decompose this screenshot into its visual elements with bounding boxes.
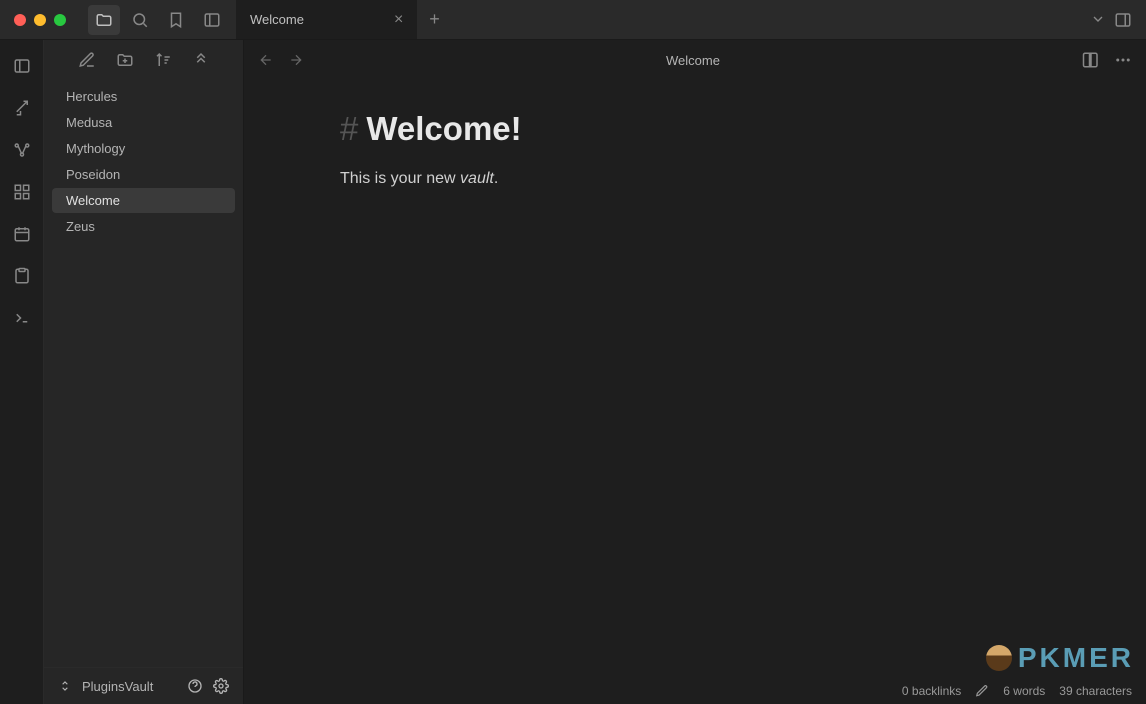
daily-note-icon[interactable] xyxy=(8,94,36,122)
titlebar-right xyxy=(1090,11,1146,29)
heading-text: Welcome! xyxy=(366,110,521,147)
back-icon[interactable] xyxy=(258,52,274,68)
command-palette-icon[interactable] xyxy=(8,304,36,332)
sidebar-toolbar xyxy=(44,40,243,80)
watermark-logo-icon xyxy=(986,645,1012,671)
forward-icon[interactable] xyxy=(288,52,304,68)
content-title: Welcome xyxy=(304,53,1082,68)
calendar-icon[interactable] xyxy=(8,220,36,248)
new-folder-icon[interactable] xyxy=(115,50,135,70)
search-icon[interactable] xyxy=(124,5,156,35)
tab-dropdown-icon[interactable] xyxy=(1090,11,1106,29)
body-text: . xyxy=(494,170,498,187)
file-item[interactable]: Mythology xyxy=(52,136,235,161)
file-item[interactable]: Hercules xyxy=(52,84,235,109)
minimize-window-button[interactable] xyxy=(34,14,46,26)
editor[interactable]: #Welcome! This is your new vault. xyxy=(244,80,1146,678)
panel-left-icon[interactable] xyxy=(196,5,228,35)
collapse-icon[interactable] xyxy=(191,50,211,70)
ribbon xyxy=(0,40,44,704)
more-options-icon[interactable] xyxy=(1114,51,1132,69)
watermark-text: PKMER xyxy=(1018,642,1134,674)
help-icon[interactable] xyxy=(187,678,203,694)
maximize-window-button[interactable] xyxy=(54,14,66,26)
quick-switcher-icon[interactable] xyxy=(8,52,36,80)
titlebar: Welcome × + xyxy=(0,0,1146,40)
body-italic: vault xyxy=(460,170,494,187)
file-list: Hercules Medusa Mythology Poseidon Welco… xyxy=(44,80,243,667)
reading-mode-icon[interactable] xyxy=(1082,51,1100,69)
tabs-area: Welcome × + xyxy=(236,0,1090,39)
watermark: PKMER xyxy=(986,642,1134,674)
statusbar: 0 backlinks 6 words 39 characters xyxy=(244,678,1146,704)
new-tab-button[interactable]: + xyxy=(417,9,452,30)
vault-switcher-icon[interactable] xyxy=(58,679,72,693)
vault-name[interactable]: PluginsVault xyxy=(82,679,177,694)
sort-icon[interactable] xyxy=(153,50,173,70)
nav-arrows xyxy=(258,52,304,68)
graph-icon[interactable] xyxy=(8,136,36,164)
files-icon[interactable] xyxy=(88,5,120,35)
sidebar-footer: PluginsVault xyxy=(44,667,243,704)
sidebar: Hercules Medusa Mythology Poseidon Welco… xyxy=(44,40,244,704)
close-icon[interactable]: × xyxy=(394,11,403,29)
templates-icon[interactable] xyxy=(8,262,36,290)
titlebar-toolbar xyxy=(88,5,228,35)
bookmark-icon[interactable] xyxy=(160,5,192,35)
char-count[interactable]: 39 characters xyxy=(1059,684,1132,698)
window-controls xyxy=(0,14,80,26)
file-item[interactable]: Welcome xyxy=(52,188,235,213)
word-count[interactable]: 6 words xyxy=(1003,684,1045,698)
tab-welcome[interactable]: Welcome × xyxy=(236,0,417,39)
content-header: Welcome xyxy=(244,40,1146,80)
close-window-button[interactable] xyxy=(14,14,26,26)
body-paragraph: This is your new vault. xyxy=(340,170,1146,188)
canvas-icon[interactable] xyxy=(8,178,36,206)
new-note-icon[interactable] xyxy=(77,50,97,70)
settings-icon[interactable] xyxy=(213,678,229,694)
content-actions xyxy=(1082,51,1132,69)
backlinks-count[interactable]: 0 backlinks xyxy=(902,684,961,698)
edit-mode-icon[interactable] xyxy=(975,684,989,698)
file-item[interactable]: Medusa xyxy=(52,110,235,135)
panel-right-icon[interactable] xyxy=(1114,11,1132,29)
content-area: Welcome #Welcome! This is your new vault… xyxy=(244,40,1146,704)
body-text: This is your new xyxy=(340,170,460,187)
heading-marker: # xyxy=(340,110,358,147)
tab-label: Welcome xyxy=(250,12,304,27)
heading: #Welcome! xyxy=(340,110,1146,148)
file-item[interactable]: Poseidon xyxy=(52,162,235,187)
main-container: Hercules Medusa Mythology Poseidon Welco… xyxy=(0,40,1146,704)
file-item[interactable]: Zeus xyxy=(52,214,235,239)
